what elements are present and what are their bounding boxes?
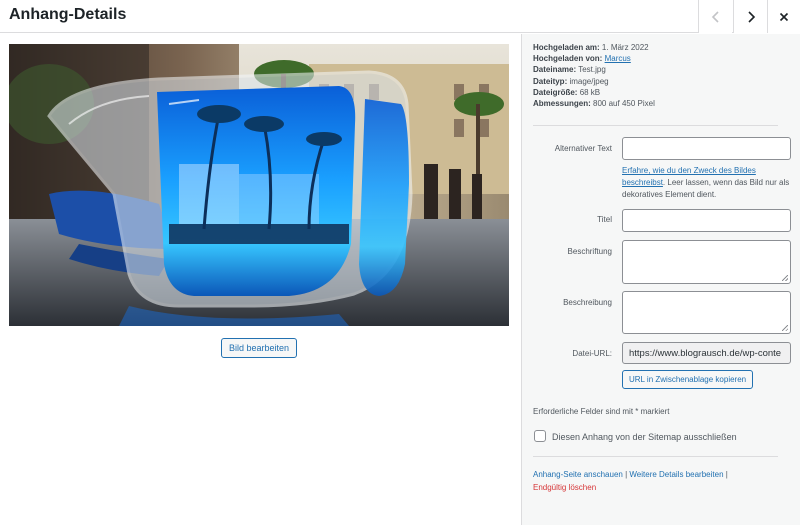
sunglasses-photo bbox=[9, 44, 509, 326]
filetype-value: image/jpeg bbox=[569, 76, 609, 86]
attachment-actions: Anhang-Seite anschauen | Weitere Details… bbox=[533, 468, 783, 494]
filename-value: Test.jpg bbox=[578, 65, 606, 75]
separator: | bbox=[723, 470, 728, 479]
title-input[interactable] bbox=[622, 209, 791, 232]
uploaded-on-label: Hochgeladen am: bbox=[533, 43, 600, 52]
description-label: Beschreibung bbox=[563, 298, 612, 307]
alt-text-input[interactable] bbox=[622, 137, 791, 160]
file-url-label: Datei-URL: bbox=[572, 349, 612, 358]
attachment-image bbox=[9, 44, 509, 326]
uploaded-by-label: Hochgeladen von: bbox=[533, 54, 603, 64]
filesize-value: 68 kB bbox=[579, 87, 601, 97]
exclude-sitemap-label[interactable]: Diesen Anhang von der Sitemap ausschließ… bbox=[552, 432, 737, 442]
file-url-field[interactable]: https://www.blograusch.de/wp-conte bbox=[622, 342, 791, 364]
filetype-label: Dateityp: bbox=[533, 76, 568, 86]
dimensions-label: Abmessungen: bbox=[533, 99, 591, 109]
description-textarea[interactable] bbox=[622, 291, 791, 334]
close-button[interactable] bbox=[767, 0, 800, 33]
chevron-left-icon bbox=[711, 10, 719, 23]
filename-row: Dateiname: Test.jpg bbox=[533, 64, 655, 75]
modal-title: Anhang-Details bbox=[9, 6, 127, 23]
filename-label: Dateiname: bbox=[533, 65, 577, 75]
alt-text-label: Alternativer Text bbox=[554, 144, 612, 153]
required-fields-note: Erforderliche Felder sind mit * markiert bbox=[533, 407, 670, 416]
caption-label: Beschriftung bbox=[567, 247, 612, 256]
media-preview-area: Bild bearbeiten bbox=[0, 34, 521, 525]
file-metadata: Hochgeladen am: 1. März 2022 Hochgeladen… bbox=[533, 42, 655, 109]
previous-attachment-button[interactable] bbox=[698, 0, 732, 33]
caption-textarea[interactable] bbox=[622, 240, 791, 284]
attachment-details-sidebar: Hochgeladen am: 1. März 2022 Hochgeladen… bbox=[521, 34, 800, 525]
divider bbox=[533, 125, 778, 126]
edit-more-details-link[interactable]: Weitere Details bearbeiten bbox=[629, 470, 723, 479]
filetype-row: Dateityp: image/jpeg bbox=[533, 76, 655, 87]
chevron-right-icon bbox=[747, 10, 755, 23]
close-icon bbox=[779, 12, 789, 21]
dimensions-row: Abmessungen: 800 auf 450 Pixel bbox=[533, 98, 655, 109]
view-attachment-page-link[interactable]: Anhang-Seite anschauen bbox=[533, 470, 623, 479]
modal-header: Anhang-Details bbox=[0, 0, 800, 33]
uploaded-by-row: Hochgeladen von: Marcus bbox=[533, 53, 655, 64]
dimensions-value: 800 auf 450 Pixel bbox=[593, 99, 655, 109]
next-attachment-button[interactable] bbox=[733, 0, 767, 33]
divider bbox=[533, 456, 778, 457]
title-label: Titel bbox=[597, 215, 612, 224]
filesize-label: Dateigröße: bbox=[533, 87, 578, 97]
filesize-row: Dateigröße: 68 kB bbox=[533, 87, 655, 98]
delete-permanently-link[interactable]: Endgültig löschen bbox=[533, 483, 596, 492]
alt-text-help: Erfahre, wie du den Zweck des Bildes bes… bbox=[622, 165, 794, 201]
uploaded-on-row: Hochgeladen am: 1. März 2022 bbox=[533, 42, 655, 53]
uploaded-on-value: 1. März 2022 bbox=[601, 43, 649, 52]
exclude-sitemap-checkbox[interactable] bbox=[534, 430, 546, 442]
uploader-link[interactable]: Marcus bbox=[605, 54, 631, 63]
edit-image-button[interactable]: Bild bearbeiten bbox=[221, 338, 298, 358]
copy-url-button[interactable]: URL in Zwischenablage kopieren bbox=[622, 370, 754, 389]
